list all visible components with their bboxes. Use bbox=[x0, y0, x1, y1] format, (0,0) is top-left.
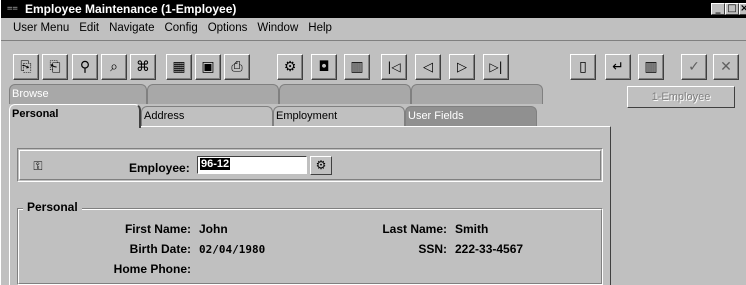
employee-maintenance-window: == Employee Maintenance (1-Employee) _ □… bbox=[0, 0, 746, 285]
calendar-icon[interactable]: ▣ bbox=[195, 54, 221, 80]
personal-group-label: Personal bbox=[23, 200, 82, 214]
cancel-icon[interactable]: ✕ bbox=[713, 54, 739, 80]
birth-date-value[interactable]: 02/04/1980 bbox=[199, 243, 265, 256]
side-employee-button[interactable]: 1-Employee bbox=[627, 86, 735, 108]
menu-navigate[interactable]: Navigate bbox=[109, 22, 154, 34]
query2-icon[interactable]: ⌘ bbox=[130, 54, 156, 80]
tab-blank-2[interactable] bbox=[279, 84, 411, 104]
find-icon[interactable]: ⚙ bbox=[277, 54, 303, 80]
ssn-value[interactable]: 222-33-4567 bbox=[455, 242, 523, 256]
first-record-icon[interactable]: |◁ bbox=[381, 54, 407, 80]
last-record-icon[interactable]: ▷| bbox=[483, 54, 509, 80]
keys-icon[interactable]: ⚿ bbox=[28, 157, 48, 175]
employee-input[interactable]: 96-12 bbox=[197, 156, 307, 174]
lookup-icon: ⚙ bbox=[315, 158, 327, 172]
menu-window[interactable]: Window bbox=[257, 22, 298, 34]
window-title: Employee Maintenance (1-Employee) bbox=[25, 2, 237, 16]
chart-icon[interactable]: ▥ bbox=[344, 54, 370, 80]
ssn-label: SSN: bbox=[418, 242, 447, 256]
first-name-value[interactable]: John bbox=[199, 222, 228, 236]
tab-blank-3[interactable] bbox=[411, 84, 543, 104]
toolbar: ⎘ ⎗ ⚲ ⌕ ⌘ ▦ ▣ ⎙ ⚙ ◘ ▥ |◁ ◁ ▷ ▷| ▯ ↵ ▥ ✓ … bbox=[1, 40, 746, 84]
tab-user-fields[interactable]: User Fields bbox=[405, 106, 537, 126]
paste-icon[interactable]: ⎗ bbox=[42, 54, 68, 80]
tab-browse[interactable]: Browse bbox=[9, 84, 147, 104]
app-icon[interactable]: == bbox=[7, 4, 21, 14]
camera-icon[interactable]: ◘ bbox=[311, 54, 337, 80]
last-name-value[interactable]: Smith bbox=[455, 222, 488, 236]
title-bar[interactable]: == Employee Maintenance (1-Employee) _ □… bbox=[1, 0, 746, 18]
tab-strip: Browse Personal Address Employment User … bbox=[9, 84, 609, 128]
last-name-label: Last Name: bbox=[382, 222, 447, 236]
previous-record-icon[interactable]: ◁ bbox=[415, 54, 441, 80]
close-button[interactable]: × bbox=[739, 3, 746, 15]
minimize-button[interactable]: _ bbox=[711, 3, 725, 15]
tab-personal[interactable]: Personal bbox=[9, 104, 141, 128]
new-record-icon[interactable]: ▯ bbox=[570, 54, 596, 80]
filter-icon[interactable]: ⚲ bbox=[72, 54, 98, 80]
calculator-icon[interactable]: ▦ bbox=[166, 54, 192, 80]
copy-icon[interactable]: ⎘ bbox=[13, 54, 39, 80]
maximize-button[interactable]: □ bbox=[725, 3, 739, 15]
menu-bar: User Menu Edit Navigate Config Options W… bbox=[1, 18, 746, 38]
menu-help[interactable]: Help bbox=[308, 22, 332, 34]
employee-lookup-button[interactable]: ⚙ bbox=[310, 156, 332, 175]
tab-blank-1[interactable] bbox=[147, 84, 279, 104]
employee-selector-frame: ⚿ Employee: 96-12 ⚙ bbox=[19, 150, 601, 180]
menu-user-menu[interactable]: User Menu bbox=[13, 22, 69, 34]
next-record-icon[interactable]: ▷ bbox=[449, 54, 475, 80]
menu-config[interactable]: Config bbox=[164, 22, 197, 34]
birth-date-label: Birth Date: bbox=[129, 242, 191, 256]
side-panel bbox=[611, 84, 746, 285]
menu-options[interactable]: Options bbox=[208, 22, 248, 34]
tab-address[interactable]: Address bbox=[141, 106, 273, 126]
employee-selector: ⚿ Employee: 96-12 ⚙ bbox=[17, 148, 603, 182]
undo-icon[interactable]: ↵ bbox=[605, 54, 631, 80]
print-icon[interactable]: ⎙ bbox=[224, 54, 250, 80]
first-name-label: First Name: bbox=[124, 222, 191, 236]
query-icon[interactable]: ⌕ bbox=[101, 54, 127, 80]
employee-label: Employee: bbox=[129, 161, 190, 175]
menu-edit[interactable]: Edit bbox=[79, 22, 99, 34]
employee-value: 96-12 bbox=[200, 158, 231, 170]
home-phone-label: Home Phone: bbox=[113, 262, 191, 276]
delete-icon[interactable]: ▥ bbox=[638, 54, 664, 80]
tab-employment[interactable]: Employment bbox=[273, 106, 405, 126]
save-icon[interactable]: ✓ bbox=[681, 54, 707, 80]
